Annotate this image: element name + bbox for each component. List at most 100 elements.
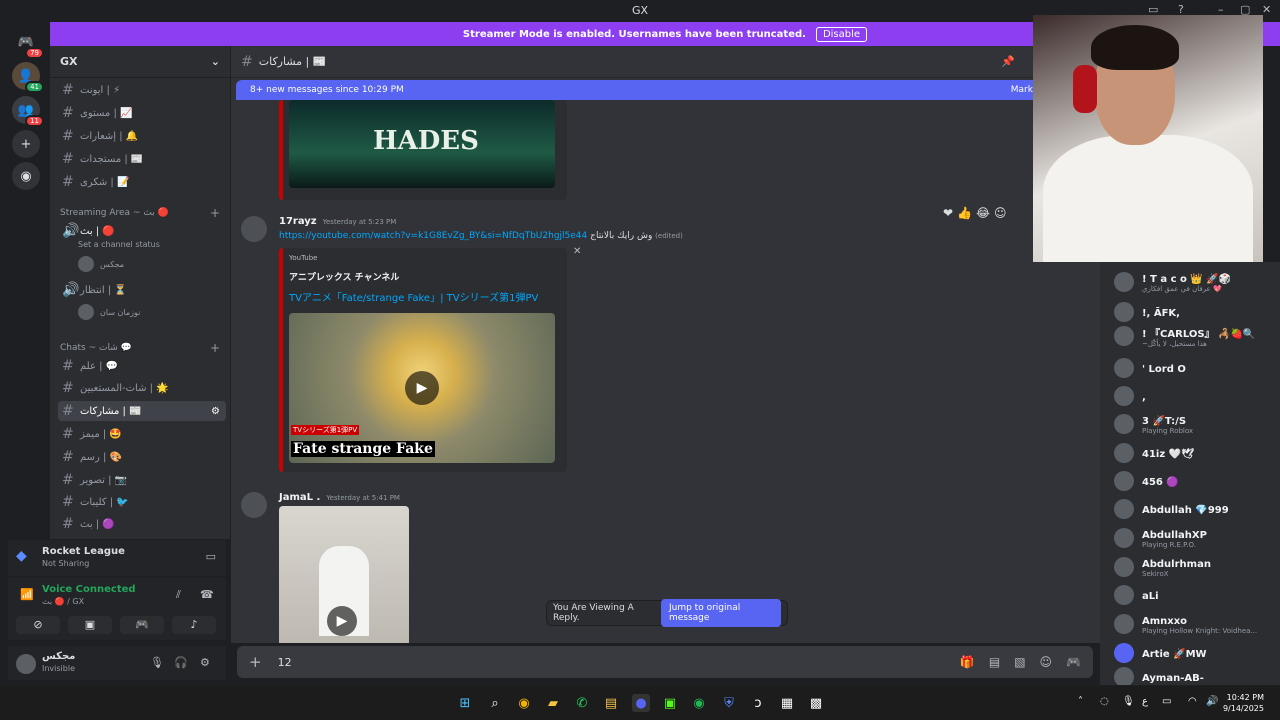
channel-item[interactable]: # ميمز | 🤩 xyxy=(58,424,226,444)
channel-item[interactable]: # شات-المستعبين | 🌟 xyxy=(58,378,226,398)
laugh-icon[interactable]: 😂 xyxy=(976,206,990,220)
chrome-icon[interactable]: ◉ xyxy=(515,694,533,712)
message-input[interactable]: 12 xyxy=(278,656,292,669)
server-folder-icon[interactable]: 👥 11 xyxy=(12,96,44,127)
server-gx-icon[interactable]: 👤 41 xyxy=(12,62,44,93)
jump-to-original-button[interactable]: Jump to original message xyxy=(660,599,781,627)
kick-icon[interactable]: ▣ xyxy=(661,694,679,712)
add-channel-icon[interactable]: + xyxy=(210,341,220,355)
new-messages-bar[interactable]: 8+ new messages since 10:29 PM Mark A xyxy=(236,80,1056,100)
member-item[interactable]: Amnxxo Playing Hollow Knight: Voidhea... xyxy=(1114,612,1276,636)
channel-item[interactable]: # شكرى | 📝 xyxy=(58,172,226,192)
member-item[interactable]: 456 🟣 xyxy=(1114,469,1276,493)
channel-item-selected[interactable]: # مشاركات | 📰 ⚙ xyxy=(58,401,226,421)
clapper-icon[interactable]: ▩ xyxy=(807,694,825,712)
discord-home-icon[interactable]: 🎮 79 xyxy=(12,28,44,59)
channel-item[interactable]: # رسم | 🎨 xyxy=(58,447,226,467)
gift-icon[interactable]: 🎁 xyxy=(960,655,975,669)
shield-icon[interactable]: ⛨ xyxy=(720,694,738,712)
member-item[interactable]: ! 『CARLOS』 🦂🍓🔍 ~هذا مستحيل، لا يأكّل xyxy=(1114,324,1276,348)
heart-icon[interactable]: ❤ xyxy=(943,206,953,220)
disconnect-icon[interactable]: ☎ xyxy=(200,588,214,601)
emoji-icon[interactable]: ☺ xyxy=(994,206,1007,220)
tray-app-icon[interactable]: ◌ xyxy=(1100,696,1109,707)
voice-user[interactable]: مجكس xyxy=(78,256,124,272)
thumbs-up-icon[interactable]: 👍 xyxy=(957,206,972,220)
member-item[interactable]: Artie 🚀MW xyxy=(1114,641,1276,665)
screen-share-icon[interactable]: ▭ xyxy=(206,550,216,563)
video-attachment[interactable]: ▶ xyxy=(279,506,409,643)
member-item[interactable]: 41iz 🤍🕊 xyxy=(1114,441,1276,465)
language-indicator[interactable]: ع xyxy=(1142,696,1148,707)
disable-button[interactable]: Disable xyxy=(815,26,868,42)
video-thumbnail[interactable]: ▶ TVシリーズ第1弾PV Fate strange Fake xyxy=(289,313,555,463)
emoji-icon[interactable]: ☺ xyxy=(1040,655,1053,669)
notes-icon[interactable]: ▤ xyxy=(602,694,620,712)
pin-icon[interactable]: 📌 xyxy=(1001,55,1015,68)
channel-item[interactable]: # كليبات | 🐦 xyxy=(58,492,226,512)
channel-item[interactable]: # بث | 🟣 xyxy=(58,514,226,534)
hades-thumbnail[interactable]: HADES xyxy=(289,100,555,188)
add-channel-icon[interactable]: + xyxy=(210,206,220,220)
channel-item[interactable]: # مستوى | 📈 xyxy=(58,103,226,123)
close-embed-icon[interactable]: ✕ xyxy=(573,246,581,257)
avatar[interactable] xyxy=(241,492,267,518)
discord-icon[interactable]: ● xyxy=(632,694,650,712)
avatar[interactable] xyxy=(16,654,36,674)
activity-icon[interactable]: 🎮 xyxy=(120,616,164,634)
play-icon[interactable]: ▶ xyxy=(327,606,357,636)
reaction-bar[interactable]: ❤ 👍 😂 ☺ xyxy=(943,206,1007,220)
category-streaming[interactable]: Streaming Area ~ بث 🔴 + xyxy=(60,206,220,220)
member-item[interactable]: Abdullah 💎999 xyxy=(1114,497,1276,521)
spotify-icon[interactable]: ◉ xyxy=(690,694,708,712)
channel-item[interactable]: # إشعارات | 🔔 xyxy=(58,126,226,146)
sticker-icon[interactable]: ▧ xyxy=(1014,655,1025,669)
channel-item[interactable]: # علم | 💬 xyxy=(58,356,226,376)
voice-channel-1[interactable]: 🔊 بث | 🔴 xyxy=(58,221,226,241)
embed-title[interactable]: TVアニメ「Fate/strange Fake」| TVシリーズ第1弾PV xyxy=(289,289,538,304)
message-author[interactable]: JamaL . Yesterday at 5:41 PM xyxy=(279,492,400,503)
gif-icon[interactable]: ▤ xyxy=(989,655,1000,669)
channel-item[interactable]: # تصوير | 📷 xyxy=(58,470,226,490)
share-screen-icon[interactable]: ▣ xyxy=(68,616,112,634)
display-icon[interactable]: ▭ xyxy=(1162,696,1171,707)
message-link[interactable]: https://youtube.com/watch?v=k1G8EvZg_BY&… xyxy=(279,231,683,241)
windows-start-icon[interactable]: ⊞ xyxy=(456,694,474,712)
member-item[interactable]: 3 🚀T:/S Playing Roblox xyxy=(1114,412,1276,436)
voice-user[interactable]: نوزمان سان xyxy=(78,304,140,320)
member-item[interactable]: AbdullahXP Playing R.E.P.O. xyxy=(1114,526,1276,550)
member-item[interactable]: ! T a c o 👑 🚀🎲 عرفان في عمق افكاري 💖 xyxy=(1114,270,1276,294)
voice-channel-2[interactable]: 🔊 انتظار | ⏳ xyxy=(58,280,226,300)
member-item[interactable]: , xyxy=(1114,384,1276,408)
message-author[interactable]: 17rayz Yesterday at 5:23 PM xyxy=(279,216,396,227)
search-icon[interactable]: ⌕ xyxy=(486,694,504,712)
message-composer[interactable]: + 12 🎁 ▤ ▧ ☺ 🎮 xyxy=(237,646,1093,678)
member-item[interactable]: !, ĀFK, xyxy=(1114,300,1276,324)
noise-suppression-icon[interactable]: ⫽ xyxy=(176,588,181,602)
channel-item[interactable]: # مستجدات | 📰 xyxy=(58,149,226,169)
discover-icon[interactable]: ◉ xyxy=(12,162,40,190)
camera-off-icon[interactable]: ⊘ xyxy=(16,616,60,634)
add-server-icon[interactable]: + xyxy=(12,130,40,158)
wifi-icon[interactable]: ◠ xyxy=(1188,696,1197,707)
member-item[interactable]: Abdulrhman SekiroX xyxy=(1114,555,1276,579)
channel-item[interactable]: # ايونت | ⚡ xyxy=(58,80,226,100)
clock[interactable]: 10:42 PM 9/14/2025 xyxy=(1223,692,1264,714)
member-item[interactable]: Ayman-AB- xyxy=(1114,665,1276,685)
member-item[interactable]: ' Lord O xyxy=(1114,356,1276,380)
play-icon[interactable]: ▶ xyxy=(405,371,439,405)
member-item[interactable]: aLi xyxy=(1114,583,1276,607)
avatar[interactable] xyxy=(241,216,267,242)
settings-icon[interactable]: ⚙ xyxy=(211,406,220,417)
user-settings-icon[interactable]: ⚙ xyxy=(200,656,210,669)
volume-icon[interactable]: 🔊 xyxy=(1206,696,1218,707)
mic-icon[interactable]: 🎙 xyxy=(1122,696,1135,707)
soundboard-icon[interactable]: ♪ xyxy=(172,616,216,634)
guild-header[interactable]: GX ⌄ xyxy=(50,46,230,78)
file-explorer-icon[interactable]: ▰ xyxy=(544,694,562,712)
channel-status[interactable]: Set a channel status xyxy=(78,240,160,249)
close-icon[interactable]: ✕ xyxy=(1262,3,1271,16)
whatsapp-icon[interactable]: ✆ xyxy=(573,694,591,712)
category-chats[interactable]: Chats ~ شات 💬 + xyxy=(60,341,220,355)
microphone-icon[interactable]: 🎙 xyxy=(150,656,164,669)
